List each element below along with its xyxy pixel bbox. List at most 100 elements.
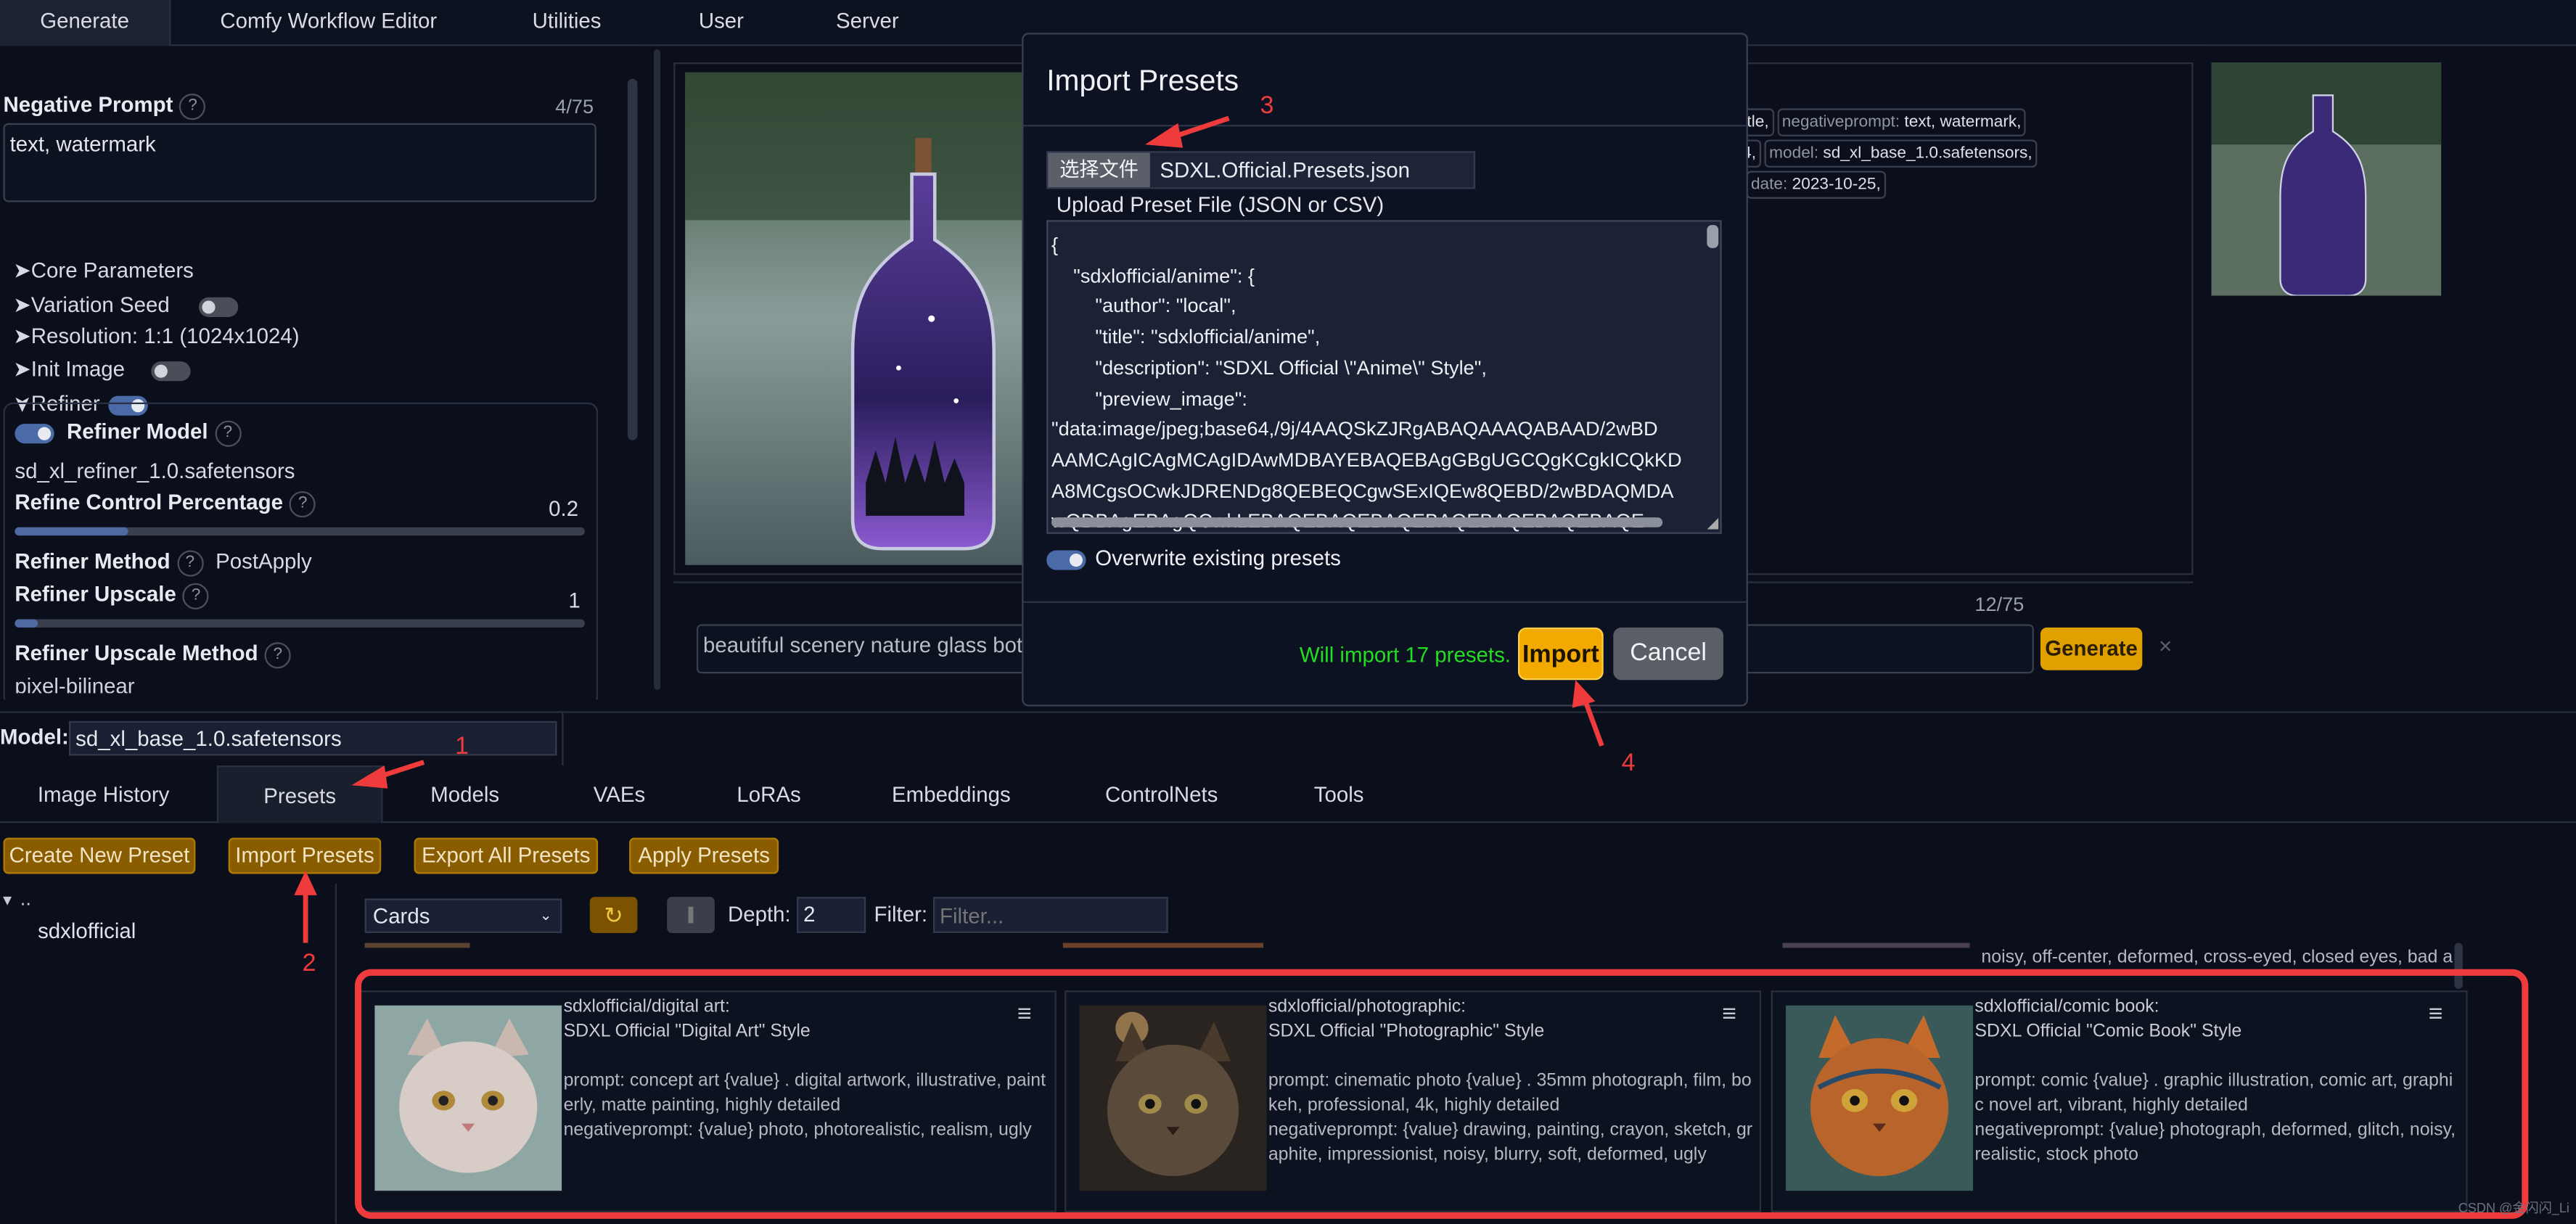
refiner-upscale-value: 1 [568,588,581,613]
negative-prompt-value: text, watermark [9,131,156,157]
tab-controlnets[interactable]: ControlNets [1075,765,1249,823]
help-icon[interactable]: ? [182,582,210,609]
negative-prompt-heading: Negative Prompt? [3,91,206,120]
overwrite-switch[interactable] [1046,549,1086,570]
negative-prompt-label: Negative Prompt [3,91,173,117]
json-horizontal-scrollbar[interactable] [1051,517,1663,527]
help-icon[interactable]: ? [290,490,316,517]
refiner-upscale-heading: Refiner Upscale? [15,581,210,609]
left-panel-scrollbar[interactable] [627,78,638,440]
resolution-label: Resolution: 1:1 (1024x1024) [30,324,300,348]
cancel-button[interactable]: Cancel [1613,627,1723,681]
pause-icon [688,906,694,924]
nav-tab-user[interactable]: User [678,0,764,46]
thumbnail-image-graphic [2211,62,2442,296]
import-presets-button[interactable]: Import Presets [228,837,382,874]
tree-up-label: .. [20,887,31,911]
refresh-icon: ↻ [604,901,623,929]
create-new-preset-button[interactable]: Create New Preset [3,837,196,874]
view-mode-select[interactable]: Cards ⌄ [364,898,562,933]
json-line: "title": "sdxlofficial/anime", [1051,325,1321,349]
json-preview-textarea[interactable]: { "sdxlofficial/anime": { "author": "loc… [1046,220,1722,534]
export-all-presets-button[interactable]: Export All Presets [414,837,599,874]
prompt-count: 12/75 [1974,593,2025,617]
annotation-number-1: 1 [455,732,469,761]
metadata-tag: date: 2023-10-25, [1746,171,1886,199]
bottle-image-graphic [685,72,1063,565]
resize-handle-icon[interactable]: ◢ [1707,515,1719,530]
annotation-number-4: 4 [1621,749,1636,777]
negative-prompt-textarea[interactable]: text, watermark [3,123,596,202]
variation-seed-switch[interactable] [198,296,238,316]
metadata-line: ,date: 2023-10-25, [1726,169,2071,200]
metadata-line: ottle, negativeprompt: text, watermark, [1726,107,2071,138]
metadata-tag: negativeprompt: text, watermark, [1776,108,2027,136]
refiner-upscale-label: Refiner Upscale [15,581,176,607]
tree-up-item[interactable]: ▼ .. [0,887,31,911]
tab-models[interactable]: Models [398,765,533,823]
refine-control-slider-fill [15,527,129,536]
tab-vaes[interactable]: VAEs [562,765,676,823]
refresh-button[interactable]: ↻ [589,897,638,933]
json-line: "sdxlofficial/anime": { [1051,263,1255,287]
close-icon[interactable]: × [2159,633,2173,659]
model-select[interactable]: sd_xl_base_1.0.safetensors [69,720,557,756]
metadata-line: 24,model: sd_xl_base_1.0.safetensors, [1726,138,2071,169]
history-thumbnail[interactable] [2211,62,2442,296]
tab-tools[interactable]: Tools [1284,765,1392,823]
nav-tab-comfy-workflow-editor[interactable]: Comfy Workflow Editor [192,0,465,46]
nav-tab-server[interactable]: Server [821,0,914,46]
tab-image-history[interactable]: Image History [0,765,207,823]
card-edge [364,942,470,948]
parameters-panel: Negative Prompt? 4/75 text, watermark ➤C… [0,46,641,700]
nav-tab-generate[interactable]: Generate [0,0,171,46]
import-button[interactable]: Import [1517,627,1604,681]
tab-loras[interactable]: LoRAs [707,765,832,823]
chevron-down-icon: ⌄ [539,906,552,924]
init-image-toggle[interactable]: ➤Init Image [13,356,190,382]
nav-tab-utilities[interactable]: Utilities [509,0,624,46]
json-line: "preview_image": [1051,387,1247,410]
refiner-model-switch[interactable] [15,423,54,443]
upload-label: Upload Preset File (JSON or CSV) [1056,192,1385,217]
apply-presets-button[interactable]: Apply Presets [629,837,779,874]
refiner-upscale-method-value[interactable]: pixel-bilinear [15,673,134,693]
file-name: SDXL.Official.Presets.json [1160,157,1411,183]
json-vertical-scrollbar[interactable] [1707,225,1719,248]
depth-input[interactable]: 2 [797,897,866,933]
refiner-method-label: Refiner Method [15,549,171,574]
refiner-model-value: sd_xl_refiner_1.0.safetensors [15,458,295,483]
help-icon[interactable]: ? [176,549,203,576]
help-icon[interactable]: ? [214,419,241,446]
tree-item-sdxlofficial[interactable]: sdxlofficial [38,919,136,943]
toggle-button[interactable] [667,897,715,933]
refiner-model-heading: Refiner Model? [15,419,241,446]
variation-seed-toggle[interactable]: ➤Variation Seed [13,292,238,319]
overwrite-row: Overwrite existing presets [1046,546,1341,570]
refiner-upscale-slider[interactable] [15,619,585,628]
help-icon[interactable]: ? [264,641,291,668]
refine-control-label: Refine Control Percentage [15,489,284,514]
tab-presets[interactable]: Presets [216,765,383,823]
choose-file-button[interactable]: 选择文件 [1048,152,1150,188]
core-parameters-toggle[interactable]: ➤Core Parameters [13,258,194,284]
refiner-method-value[interactable]: PostApply [216,549,312,573]
refine-control-slider[interactable] [15,527,585,536]
negative-prompt-count: 4/75 [555,95,594,119]
refiner-upscale-method-label: Refiner Upscale Method [15,640,258,665]
resolution-toggle[interactable]: ➤Resolution: 1:1 (1024x1024) [13,324,300,350]
tab-embeddings[interactable]: Embeddings [861,765,1041,823]
help-icon[interactable]: ? [179,93,206,120]
chevron-down-icon: ▼ [0,892,15,909]
json-line: "description": "SDXL Official \"Anime\" … [1051,356,1487,379]
depth-label: Depth: [727,901,791,927]
splitter-handle[interactable] [654,49,661,690]
generate-button[interactable]: Generate [2040,627,2143,670]
json-line: "data:image/jpeg;base64,/9j/4AAQSkZJRgAB… [1051,417,1658,441]
refine-control-heading: Refine Control Percentage? [15,490,316,517]
file-input[interactable]: 选择文件 SDXL.Official.Presets.json [1046,151,1476,189]
import-info-text: Will import 17 presets. [1299,642,1511,668]
init-image-switch[interactable] [150,361,190,381]
generated-image[interactable] [685,72,1063,565]
filter-input[interactable] [932,897,1168,933]
